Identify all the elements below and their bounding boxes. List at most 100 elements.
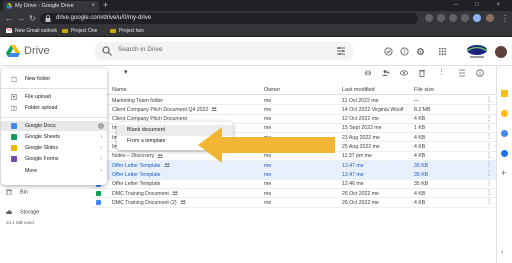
bookmarks-bar: New Gmail outlook Project One Project tw…: [0, 26, 512, 37]
annotation-arrow: [198, 127, 335, 163]
breadcrumb-dropdown-icon[interactable]: ▾: [124, 68, 128, 76]
list-view-icon[interactable]: [458, 69, 466, 77]
menu-item-google-forms[interactable]: Google Forms ›: [1, 154, 107, 164]
row-more-icon[interactable]: ⋮: [486, 189, 492, 196]
file-owner: me: [264, 97, 272, 104]
menu-divider: [1, 88, 107, 89]
calendar-icon[interactable]: [501, 90, 508, 97]
tasks-icon[interactable]: [501, 130, 508, 137]
forward-arrow-icon[interactable]: →: [17, 11, 25, 26]
file-size: 4 KB: [414, 153, 426, 160]
add-addon-icon[interactable]: +: [501, 168, 506, 178]
sidepanel-icon[interactable]: [473, 14, 481, 22]
profile-avatar[interactable]: [486, 14, 494, 22]
offline-status-icon[interactable]: [384, 47, 393, 56]
drive-logo-icon[interactable]: [6, 45, 20, 57]
share-person-icon[interactable]: [382, 69, 390, 77]
menu-item-new-folder[interactable]: New folder: [1, 74, 107, 84]
preview-eye-icon[interactable]: [400, 69, 408, 77]
browser-tab[interactable]: My Drive - Google Drive ×: [3, 1, 99, 11]
table-row[interactable]: Client Company Pitch Document Q4 2022 me 1…: [92, 105, 496, 115]
account-avatar[interactable]: [495, 46, 507, 58]
owner-column-header[interactable]: Owner: [264, 87, 280, 93]
new-tab-button[interactable]: +: [103, 0, 108, 10]
row-more-icon[interactable]: ⋮: [486, 105, 492, 112]
delete-trash-icon[interactable]: [418, 69, 426, 77]
more-actions-icon[interactable]: ⋮: [438, 68, 445, 76]
url-bar[interactable]: drive.google.com/drive/u/0/my-drive: [40, 13, 418, 24]
menu-item-google-docs[interactable]: Google Docs ›: [1, 121, 107, 131]
row-more-icon[interactable]: ⋮: [486, 180, 492, 187]
chrome-menu-icon[interactable]: ⋮: [501, 11, 509, 26]
link-icon[interactable]: [364, 69, 372, 77]
search-options-icon[interactable]: [336, 46, 346, 56]
modified-column-header[interactable]: Last modified: [342, 87, 375, 93]
sheet-file-icon: [96, 191, 101, 196]
size-column-header[interactable]: File size: [414, 87, 434, 93]
row-more-icon[interactable]: ⋮: [486, 115, 492, 122]
puzzle-icon[interactable]: [461, 14, 469, 22]
bookmark-project-two[interactable]: Project two: [110, 26, 144, 37]
cloud-icon: [6, 210, 12, 214]
file-owner: me: [264, 171, 272, 178]
bin-label: Bin: [20, 189, 28, 196]
file-owner: me: [264, 106, 272, 113]
table-row[interactable]: DMC Training Document (2) me 26 Oct 2022 m…: [92, 198, 496, 208]
lock-icon: [45, 15, 51, 22]
search-bar[interactable]: Search in Drive: [94, 42, 354, 60]
gmail-icon: [6, 28, 12, 34]
sidebar-item-bin[interactable]: Bin: [6, 189, 28, 195]
keep-icon[interactable]: [501, 110, 508, 117]
menu-item-google-sheets[interactable]: Google Sheets ›: [1, 132, 107, 142]
row-more-icon[interactable]: ⋮: [486, 133, 492, 140]
bookmark-gmail[interactable]: New Gmail outlook: [6, 26, 57, 37]
side-panel-rail: + ›: [496, 66, 512, 263]
file-upload-icon: [11, 94, 17, 100]
menu-item-folder-upload[interactable]: Folder upload: [1, 103, 107, 113]
info-icon[interactable]: [476, 69, 484, 77]
address-bar-row: ← → ↻ drive.google.com/drive/u/0/my-driv…: [0, 11, 512, 26]
file-toolbar: ▾ ⋮: [92, 66, 496, 80]
row-more-icon[interactable]: ⋮: [486, 170, 492, 177]
table-row[interactable]: Marketing Team folder me 11 Oct 2022 me — ⋮: [92, 96, 496, 106]
collapse-panel-icon[interactable]: ›: [501, 249, 503, 256]
table-row[interactable]: DMC Training Document me 26 Oct 2022 me 4 K…: [92, 189, 496, 199]
apps-grid-icon[interactable]: [438, 47, 447, 56]
window-controls[interactable]: – □ ×: [454, 0, 508, 11]
tab-close-icon[interactable]: ×: [91, 1, 95, 11]
menu-item-more[interactable]: More ›: [1, 166, 107, 176]
menu-item-google-slides[interactable]: Google Slides ›: [1, 143, 107, 153]
bin-icon: [6, 189, 12, 195]
search-icon[interactable]: [102, 46, 112, 56]
file-size: 4 KB: [414, 116, 426, 123]
extension-icon[interactable]: [449, 14, 457, 22]
name-column-header[interactable]: Name: [112, 87, 127, 93]
row-more-icon[interactable]: ⋮: [486, 152, 492, 159]
file-owner: me: [264, 199, 272, 206]
table-row[interactable]: Offer Letter Template me 12:47 me 35 KB ⋮: [92, 170, 496, 180]
contacts-icon[interactable]: [501, 150, 508, 157]
menu-item-file-upload[interactable]: File upload: [1, 92, 107, 102]
file-owner: me: [264, 116, 272, 123]
submenu-chevron-icon: ›: [100, 145, 102, 151]
url-text: drive.google.com/drive/u/0/my-drive: [56, 15, 152, 21]
file-size: 4 KB: [414, 199, 426, 206]
row-more-icon[interactable]: ⋮: [486, 96, 492, 103]
bookmark-project-one[interactable]: Project One: [62, 26, 97, 37]
bookmark-star-icon[interactable]: [437, 14, 445, 22]
help-icon[interactable]: ?: [400, 47, 409, 56]
row-more-icon[interactable]: ⋮: [486, 198, 492, 205]
row-more-icon[interactable]: ⋮: [486, 124, 492, 131]
organization-logo: [466, 45, 488, 58]
table-row[interactable]: Offer Letter Template me 12:46 me 35 KB ⋮: [92, 180, 496, 189]
row-more-icon[interactable]: ⋮: [486, 161, 492, 168]
sidebar-item-storage[interactable]: Storage: [6, 209, 39, 215]
file-last-modified: 23 Aug 2022 me: [342, 134, 380, 141]
share-icon[interactable]: [425, 14, 433, 22]
back-arrow-icon[interactable]: ←: [5, 11, 13, 26]
row-more-icon[interactable]: ⋮: [486, 143, 492, 150]
file-last-modified: 11:37 pm me: [342, 153, 372, 160]
settings-gear-icon[interactable]: [416, 47, 425, 56]
menu-divider: [1, 117, 107, 118]
reload-icon[interactable]: ↻: [29, 11, 36, 26]
